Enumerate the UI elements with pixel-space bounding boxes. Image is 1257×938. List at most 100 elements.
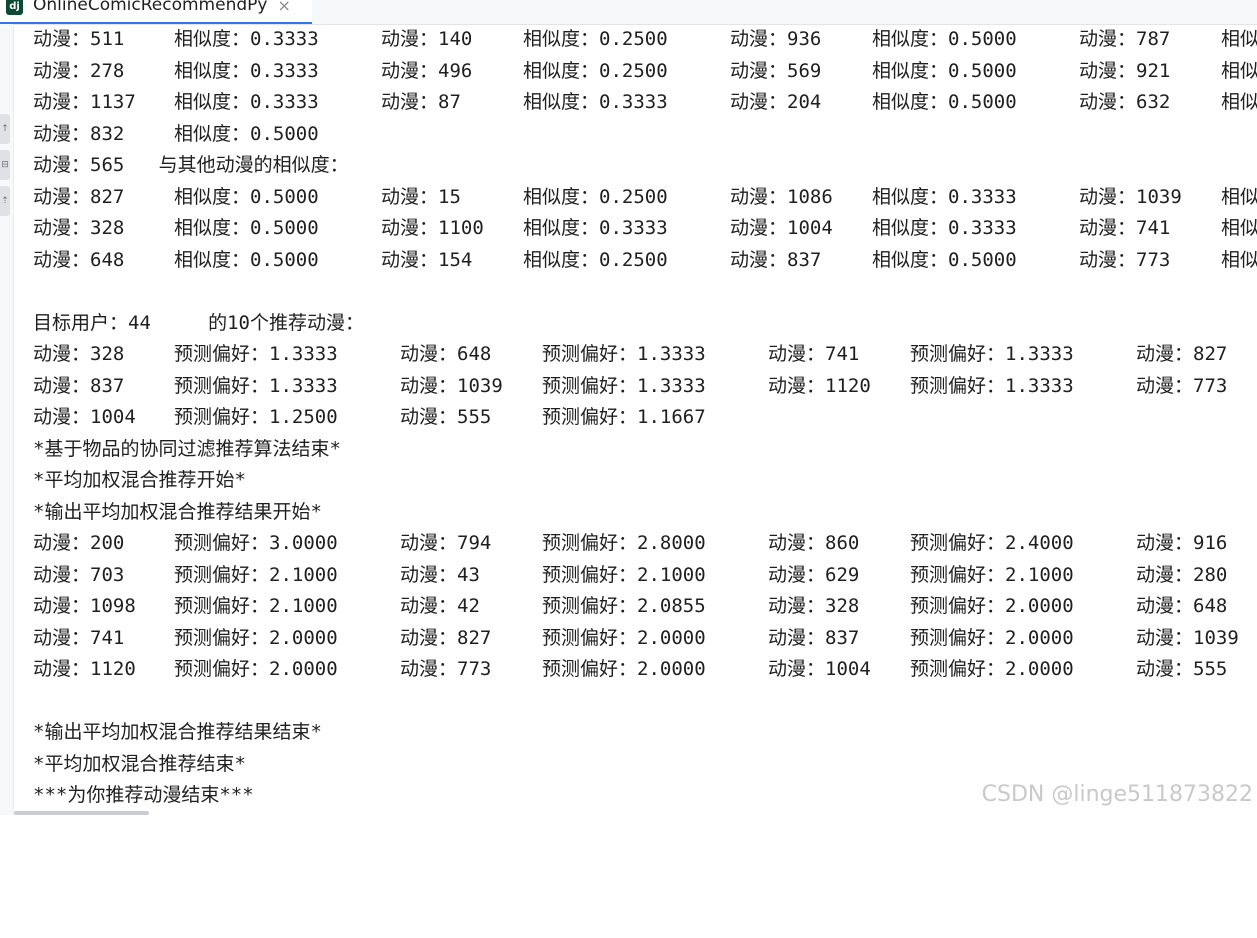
- similarity-value: 相似度：0.2500: [523, 185, 668, 208]
- similarity-value: 相似度：0.2500: [523, 248, 668, 271]
- comic-id: 动漫：1039: [400, 374, 503, 397]
- close-icon[interactable]: ×: [277, 0, 290, 15]
- comic-id: 动漫：1004: [768, 658, 871, 680]
- similarity-value: 相似度：0.5000: [872, 248, 1017, 271]
- similarity-value: 相似度：0.5000: [174, 122, 319, 145]
- comic-id: 动漫：200: [33, 532, 125, 554]
- comic-id: 动漫：204: [730, 91, 822, 113]
- similarity-header: 动漫：565 与其他动漫的相似度：: [33, 154, 349, 176]
- similarity-value: 相似度：0.3333: [523, 91, 668, 113]
- horizontal-scrollbar[interactable]: [14, 811, 149, 815]
- run-console-output: 动漫：511 相似度：0.3333 动漫：140 相似度：0.2500 动漫：9…: [33, 24, 1257, 812]
- tab-title: OnlineComicRecommendPy: [33, 0, 268, 15]
- console-line: 动漫：278 相似度：0.3333 动漫：496 相似度：0.2500 动漫：5…: [33, 56, 1257, 88]
- similarity-value: 相似度：0.5000: [174, 185, 319, 208]
- comic-id: 动漫：648: [400, 343, 492, 365]
- comic-id: 动漫：15: [381, 185, 461, 208]
- similarity-value: 相似度：0.5000: [872, 28, 1017, 50]
- comic-id: 动漫：280: [1136, 563, 1228, 586]
- similarity-value: 相似度：0.3333: [174, 91, 319, 113]
- status-message: *输出平均加权混合推荐结果结束*: [33, 721, 322, 743]
- comic-id: 动漫：1039: [1136, 626, 1239, 649]
- similarity-value: 相似度：0.3333: [174, 59, 319, 82]
- console-line: 动漫：565 与其他动漫的相似度：: [33, 150, 1257, 182]
- predicted-preference: 预测偏好：2.4000: [910, 532, 1074, 554]
- soft-wrap-icon[interactable]: ⊟: [0, 150, 10, 180]
- similarity-value: 相似度：0.2500: [523, 28, 668, 50]
- editor-tab-bar: dj OnlineComicRecommendPy ×: [0, 0, 1257, 25]
- comic-id: 动漫：42: [400, 595, 480, 617]
- console-line: *平均加权混合推荐结束*: [33, 749, 1257, 781]
- predicted-preference: 预测偏好：2.0000: [542, 658, 706, 680]
- predicted-preference: 预测偏好：2.1000: [542, 563, 706, 586]
- predicted-preference: 预测偏好：2.8000: [542, 532, 706, 554]
- comic-id: 动漫：773: [400, 658, 492, 680]
- console-line: 动漫：328 相似度：0.5000 动漫：1100 相似度：0.3333 动漫：…: [33, 213, 1257, 245]
- comic-id: 动漫：1100: [381, 217, 484, 239]
- comic-id: 动漫：827: [1136, 343, 1228, 365]
- console-line: *基于物品的协同过滤推荐算法结束*: [33, 434, 1257, 466]
- comic-id: 动漫：154: [381, 248, 473, 271]
- scroll-to-end-icon[interactable]: ⇡: [0, 186, 10, 216]
- predicted-preference: 预测偏好：2.0000: [910, 626, 1074, 649]
- comic-id: 动漫：1120: [768, 374, 871, 397]
- console-line: 动漫：741 预测偏好：2.0000 动漫：827 预测偏好：2.0000 动漫…: [33, 623, 1257, 655]
- console-line: 动漫：200 预测偏好：3.0000 动漫：794 预测偏好：2.8000 动漫…: [33, 528, 1257, 560]
- status-message: *平均加权混合推荐开始*: [33, 469, 246, 491]
- predicted-preference: 预测偏好：1.3333: [910, 343, 1074, 365]
- console-line: 动漫：832 相似度：0.5000: [33, 119, 1257, 151]
- console-line: 目标用户：44 的10个推荐动漫：: [33, 308, 1257, 340]
- comic-id: 动漫：632: [1079, 91, 1171, 113]
- predicted-preference: 预测偏好：1.3333: [910, 374, 1074, 397]
- comic-id: 动漫：827: [400, 626, 492, 649]
- comic-id: 动漫：794: [400, 532, 492, 554]
- similarity-value: 相似: [1221, 248, 1257, 271]
- comic-id: 动漫：496: [381, 59, 473, 82]
- console-line: 动漫：827 相似度：0.5000 动漫：15 相似度：0.2500 动漫：10…: [33, 182, 1257, 214]
- comic-id: 动漫：648: [1136, 595, 1228, 617]
- comic-id: 动漫：787: [1079, 28, 1171, 50]
- predicted-preference: 预测偏好：1.3333: [174, 374, 338, 397]
- csdn-watermark: CSDN @linge511873822: [981, 782, 1253, 807]
- predicted-preference: 预测偏好：2.0855: [542, 595, 706, 617]
- status-message: *输出平均加权混合推荐结果开始*: [33, 500, 322, 523]
- similarity-value: 相似度：0.5000: [174, 217, 319, 239]
- console-line: *输出平均加权混合推荐结果结束*: [33, 717, 1257, 749]
- console-line: *输出平均加权混合推荐结果开始*: [33, 497, 1257, 529]
- comic-id: 动漫：703: [33, 563, 125, 586]
- predicted-preference: 预测偏好：1.1667: [542, 406, 706, 428]
- scroll-up-icon[interactable]: ↑: [0, 114, 10, 144]
- target-user-line: 目标用户：44 的10个推荐动漫：: [33, 311, 364, 334]
- predicted-preference: 预测偏好：2.1000: [174, 595, 338, 617]
- comic-id: 动漫：1086: [730, 185, 833, 208]
- predicted-preference: 预测偏好：2.0000: [910, 658, 1074, 680]
- predicted-preference: 预测偏好：2.1000: [910, 563, 1074, 586]
- similarity-value: 相似: [1221, 217, 1257, 239]
- console-line: 动漫：1098 预测偏好：2.1000 动漫：42 预测偏好：2.0855 动漫…: [33, 591, 1257, 623]
- run-tool-gutter: ↑ ⊟ ⇡: [0, 24, 14, 815]
- comic-id: 动漫：936: [730, 28, 822, 50]
- similarity-value: 相似度：0.2500: [523, 59, 668, 82]
- comic-id: 动漫：741: [768, 343, 860, 365]
- tab-online-comic-recommend[interactable]: dj OnlineComicRecommendPy ×: [0, 0, 312, 24]
- comic-id: 动漫：832: [33, 122, 125, 145]
- comic-id: 动漫：837: [730, 248, 822, 271]
- comic-id: 动漫：629: [768, 563, 860, 586]
- status-message: *基于物品的协同过滤推荐算法结束*: [33, 437, 341, 460]
- status-message: ***为你推荐动漫结束***: [33, 784, 254, 806]
- comic-id: 动漫：87: [381, 91, 461, 113]
- console-line: 动漫：1120 预测偏好：2.0000 动漫：773 预测偏好：2.0000 动…: [33, 654, 1257, 686]
- status-message: *平均加权混合推荐结束*: [33, 752, 246, 775]
- console-line: 动漫：1137 相似度：0.3333 动漫：87 相似度：0.3333 动漫：2…: [33, 87, 1257, 119]
- console-line: 动漫：703 预测偏好：2.1000 动漫：43 预测偏好：2.1000 动漫：…: [33, 560, 1257, 592]
- console-line: 动漫：1004 预测偏好：1.2500 动漫：555 预测偏好：1.1667: [33, 402, 1257, 434]
- comic-id: 动漫：555: [400, 406, 492, 428]
- comic-id: 动漫：555: [1136, 658, 1228, 680]
- comic-id: 动漫：569: [730, 59, 822, 82]
- predicted-preference: 预测偏好：2.0000: [910, 595, 1074, 617]
- similarity-value: 相似度：0.5000: [174, 248, 319, 271]
- console-line: 动漫：511 相似度：0.3333 动漫：140 相似度：0.2500 动漫：9…: [33, 24, 1257, 56]
- similarity-value: 相似度：0.3333: [523, 217, 668, 239]
- comic-id: 动漫：921: [1079, 59, 1171, 82]
